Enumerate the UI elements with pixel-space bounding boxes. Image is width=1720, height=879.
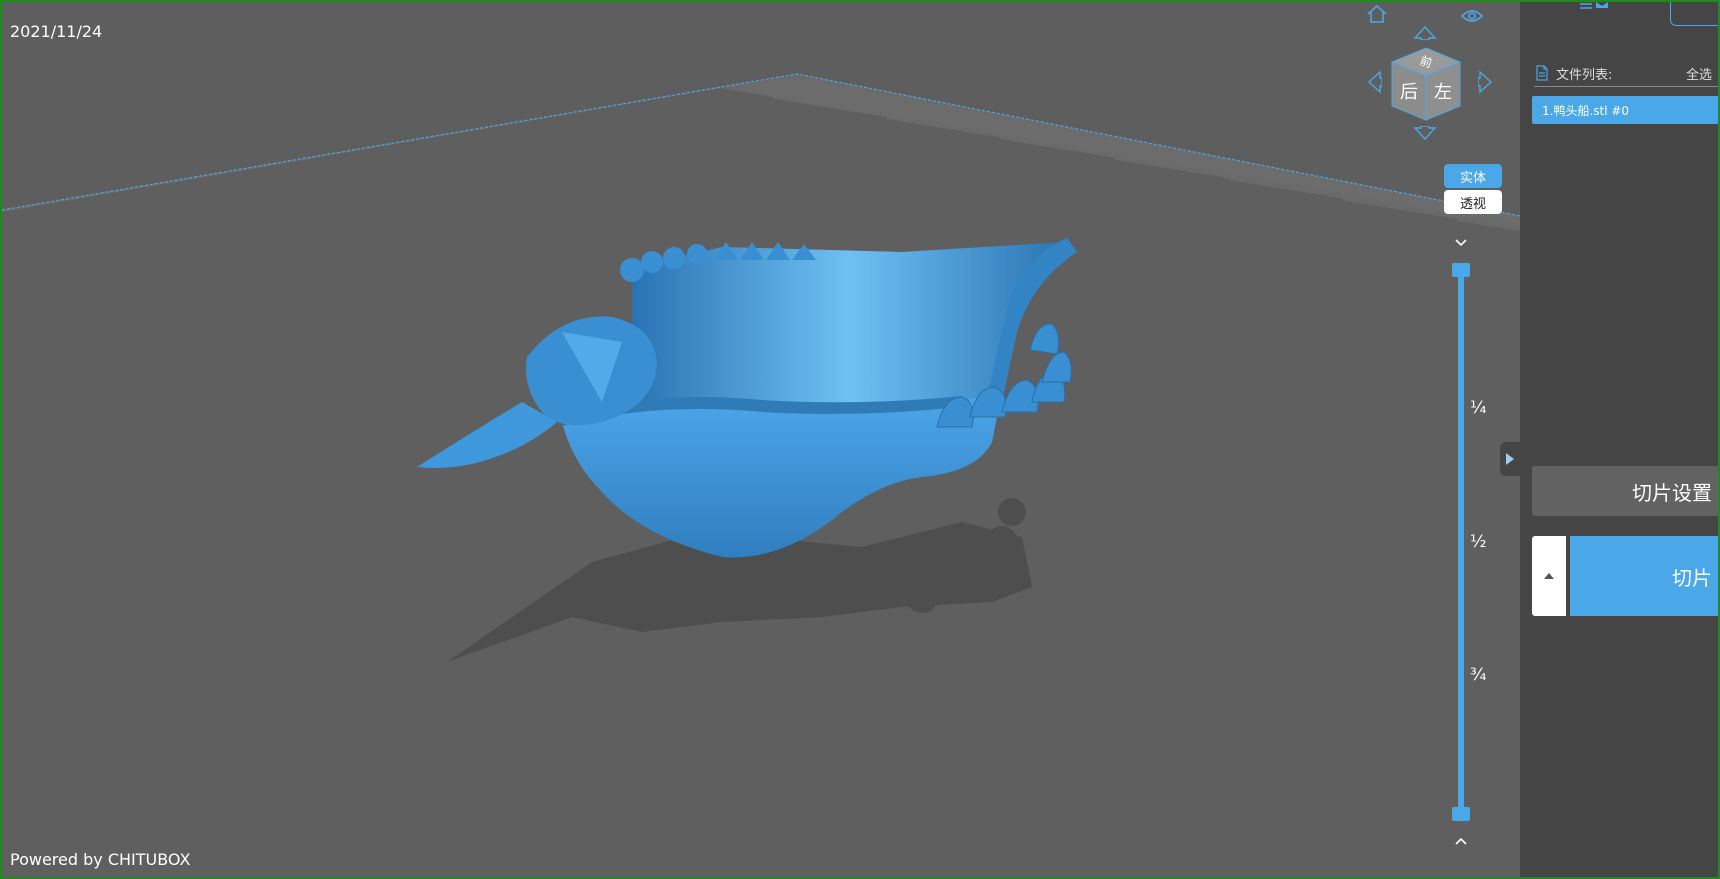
slice-button[interactable]: 切片 [1570,536,1718,616]
layer-slider-top-handle[interactable] [1452,263,1470,277]
menu-icon[interactable] [1576,2,1616,14]
arrow-right-icon[interactable] [1474,70,1498,94]
slice-settings-button[interactable]: 切片设置 [1532,466,1718,516]
build-plate-scene [2,73,1520,877]
perspective-mode-button[interactable]: 透视 [1444,190,1502,214]
slider-mark-quarter: ¼ [1470,398,1487,418]
slider-mark-three-quarter: ¾ [1470,665,1487,685]
play-arrow-icon [1506,453,1514,465]
slider-up-chevron-icon[interactable] [1452,832,1470,850]
arrow-down-icon[interactable] [1413,122,1437,146]
3d-viewport[interactable]: 2021/11/24 Powered by CHITUBOX 前 后 左 实体 … [2,2,1520,877]
home-icon[interactable] [1365,2,1389,26]
arrow-up-icon[interactable] [1413,20,1437,44]
arrow-left-icon[interactable] [1362,70,1386,94]
powered-by-label: Powered by CHITUBOX [10,850,191,869]
cube-face-left[interactable]: 后 [1400,82,1418,103]
slider-down-chevron-icon[interactable] [1452,234,1470,252]
view-navigation-cube: 前 后 左 [1362,2,1502,142]
top-panel-tab[interactable] [1670,2,1718,26]
file-list-item[interactable]: 1.鸭头船.stl #0 [1532,96,1718,124]
cube-face-right[interactable]: 左 [1434,82,1452,103]
slider-mark-half: ½ [1470,532,1487,552]
caret-up-icon [1544,573,1554,579]
view-cube[interactable]: 前 后 左 [1390,46,1462,122]
date-label: 2021/11/24 [10,22,103,41]
layer-slider-bottom-handle[interactable] [1452,807,1470,821]
file-list-header: 文件列表: 全选 [1534,60,1718,87]
file-list-label: 文件列表: [1556,67,1613,83]
app-window: 2021/11/24 Powered by CHITUBOX 前 后 左 实体 … [0,0,1720,879]
layer-slider-track[interactable] [1458,270,1464,814]
panel-collapse-tab[interactable] [1500,442,1520,476]
document-icon [1536,65,1548,81]
slice-options-button[interactable] [1532,536,1566,616]
select-all-button[interactable]: 全选 [1686,64,1712,83]
solid-mode-button[interactable]: 实体 [1444,164,1502,188]
eye-icon[interactable] [1460,4,1484,28]
side-panel: 文件列表: 全选 1.鸭头船.stl #0 切片设置 切片 [1520,2,1718,877]
